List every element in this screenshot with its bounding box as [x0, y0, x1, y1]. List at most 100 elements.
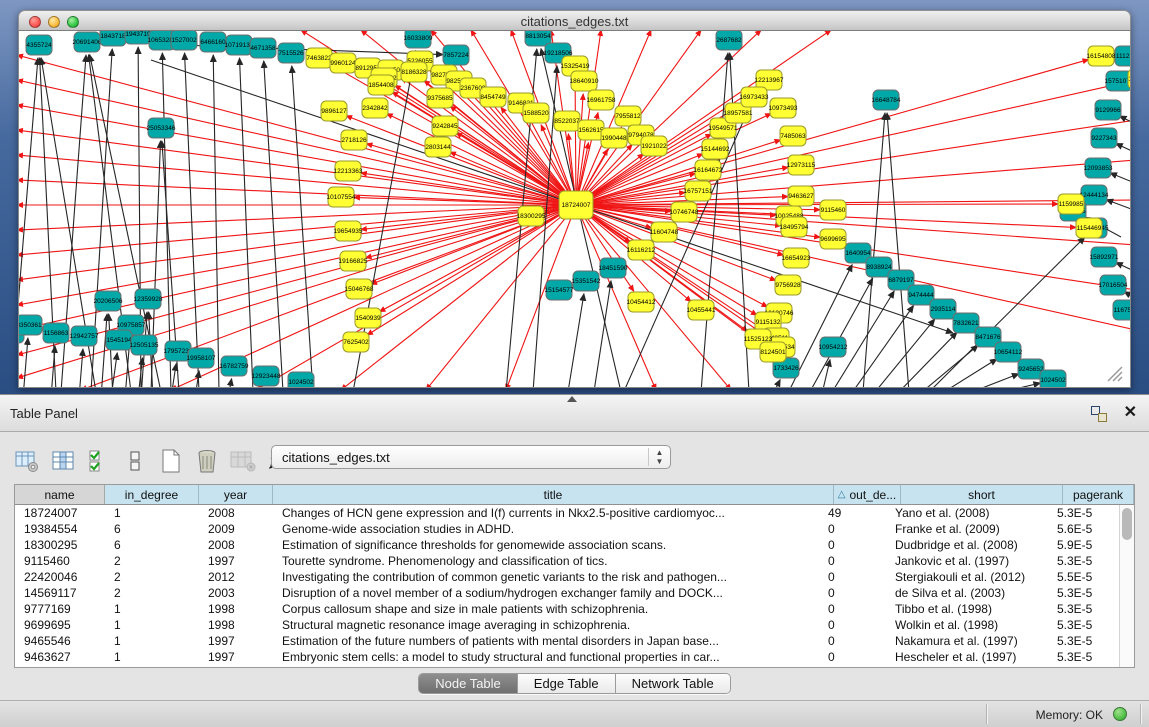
- graph-node-label: 16961758: [587, 97, 616, 104]
- graph-node-label: 1562615: [578, 127, 604, 134]
- table-cell: Investigating the contribution of common…: [273, 569, 819, 585]
- graph-node-label: 8522037: [554, 118, 580, 125]
- table-cell: 1: [105, 505, 199, 521]
- close-panel-icon[interactable]: ✕: [1124, 403, 1137, 423]
- table-cell: 5.3E-5: [1048, 505, 1119, 521]
- graph-node-label: 1588520: [523, 110, 549, 117]
- graph-node-label: 1112334: [1116, 53, 1130, 60]
- table-scrollbar[interactable]: [1119, 505, 1134, 667]
- graph-node-label: 12505135: [130, 342, 159, 349]
- network-canvas[interactable]: 1872400718300295435572420691406184371819…: [18, 31, 1131, 388]
- graph-node-label: 15325419: [561, 63, 590, 70]
- table-scrollbar-thumb[interactable]: [1122, 508, 1132, 540]
- graph-node-label: 16164672: [694, 167, 723, 174]
- table-settings-icon[interactable]: [14, 448, 40, 474]
- table-cell: 0: [819, 585, 886, 601]
- show-columns-icon[interactable]: [50, 448, 76, 474]
- column-header-in-degree[interactable]: in_degree: [105, 485, 199, 504]
- table-cell: Disruption of a novel member of a sodium…: [273, 585, 819, 601]
- table-row[interactable]: 2242004622012Investigating the contribut…: [15, 569, 1119, 585]
- graph-node-label: 15154577: [545, 287, 574, 294]
- network-view-frame[interactable]: citations_edges.txt 18724007183002954355…: [18, 10, 1131, 388]
- table-row[interactable]: 946362711997Embryonic stem cells: a mode…: [15, 649, 1119, 665]
- graph-node-label: 1733426: [773, 365, 799, 372]
- table-cell: Corpus callosum shape and size in male p…: [273, 601, 819, 617]
- table-row[interactable]: 911546021997Tourette syndrome. Phenomeno…: [15, 553, 1119, 569]
- table-row[interactable]: 1938455462009Genome-wide association stu…: [15, 521, 1119, 537]
- table-cell: Jankovic et al. (1997): [886, 553, 1048, 569]
- table-row[interactable]: 977716911998Corpus callosum shape and si…: [15, 601, 1119, 617]
- table-cell: 0: [819, 649, 886, 665]
- column-header-pagerank[interactable]: pagerank: [1063, 485, 1134, 504]
- table-row[interactable]: 946554611997Estimation of the future num…: [15, 633, 1119, 649]
- graph-node-label: 10455441: [687, 307, 716, 314]
- tab-edge-table[interactable]: Edge Table: [518, 674, 616, 693]
- table-cell: 1: [105, 601, 199, 617]
- table-cell: 14569117: [15, 585, 105, 601]
- graph-node-label: 9375685: [427, 95, 453, 102]
- table-cell: 18724007: [15, 505, 105, 521]
- row-height-icon[interactable]: [122, 448, 148, 474]
- tab-node-table[interactable]: Node Table: [419, 674, 518, 693]
- graph-node-label: 12213967: [755, 77, 784, 84]
- table-cell: 9777169: [15, 601, 105, 617]
- table-row[interactable]: 1872400712008Changes of HCN gene express…: [15, 505, 1119, 521]
- table-select-dropdown[interactable]: citations_edges.txt ▲▼: [271, 445, 671, 469]
- table-cell: Hescheler et al. (1997): [886, 649, 1048, 665]
- table-row[interactable]: 1456911722003Disruption of a novel membe…: [15, 585, 1119, 601]
- graph-node-label: 15892971: [1090, 254, 1119, 261]
- graph-node-label: 16033809: [404, 35, 433, 42]
- graph-node-label: 4355724: [26, 42, 52, 49]
- table-cell: Embryonic stem cells: a model to study s…: [273, 649, 819, 665]
- table-row[interactable]: 1830029562008Estimation of significance …: [15, 537, 1119, 553]
- table-cell: 1: [105, 649, 199, 665]
- column-header-name[interactable]: name: [15, 485, 105, 504]
- table-cell: 9699695: [15, 617, 105, 633]
- table-row[interactable]: 969969511998Structural magnetic resonanc…: [15, 617, 1119, 633]
- delete-table-icon[interactable]: [194, 448, 220, 474]
- graph-node-label: 7832621: [953, 320, 979, 327]
- graph-node-label: 4671358: [250, 45, 276, 52]
- table-cell: 5.5E-5: [1048, 569, 1119, 585]
- column-header-out-degree[interactable]: △ out_de...: [834, 485, 901, 504]
- graph-node-label: 12942757: [70, 333, 99, 340]
- graph-node-label: 10954212: [819, 344, 848, 351]
- float-panel-icon[interactable]: [1091, 406, 1107, 422]
- graph-node-label: 9960124: [330, 60, 356, 67]
- graph-node-label: 10973493: [769, 105, 798, 112]
- select-columns-icon[interactable]: [86, 448, 112, 474]
- graph-node-label: 8124501: [760, 349, 786, 356]
- column-header-year[interactable]: year: [199, 485, 273, 504]
- table-cell: Wolkin et al. (1998): [886, 617, 1048, 633]
- table-cell: 5.3E-5: [1048, 649, 1119, 665]
- table-cell: 1: [105, 633, 199, 649]
- column-header-title[interactable]: title: [273, 485, 834, 504]
- graph-node-label: 7485063: [780, 133, 806, 140]
- graph-node-label: 9227343: [1091, 135, 1117, 142]
- table-cell: 19384554: [15, 521, 105, 537]
- column-header-short[interactable]: short: [901, 485, 1063, 504]
- tab-network-table[interactable]: Network Table: [616, 674, 730, 693]
- table-cell: 9465546: [15, 633, 105, 649]
- graph-node-label: 1540939: [355, 315, 381, 322]
- graph-node-label: 2687682: [716, 37, 742, 44]
- graph-node-label: 9129966: [1095, 107, 1121, 114]
- table-cell: 6: [105, 521, 199, 537]
- graph-node-label: 17016504: [1099, 282, 1128, 289]
- graph-node-label: 19958107: [187, 355, 216, 362]
- splitter-collapse-icon[interactable]: [567, 396, 577, 402]
- graph-node-label: 1640954: [845, 250, 871, 257]
- graph-node-label: 15144692: [701, 146, 730, 153]
- node-table-rows[interactable]: 1872400712008Changes of HCN gene express…: [15, 505, 1119, 667]
- graph-node-label: 19549571: [709, 125, 738, 132]
- table-cell: 22420046: [15, 569, 105, 585]
- table-cell: Changes of HCN gene expression and I(f) …: [273, 505, 819, 521]
- graph-node-label: 1843718: [100, 33, 126, 40]
- network-window-titlebar[interactable]: citations_edges.txt: [18, 10, 1131, 31]
- memory-status-icon[interactable]: [1113, 707, 1127, 721]
- table-cell: 1998: [199, 601, 273, 617]
- new-table-icon[interactable]: [158, 448, 184, 474]
- graph-node-label: 16757151: [684, 188, 713, 195]
- graph-node-label: 9115132: [756, 319, 781, 326]
- graph-node-label: 18300295: [517, 213, 546, 220]
